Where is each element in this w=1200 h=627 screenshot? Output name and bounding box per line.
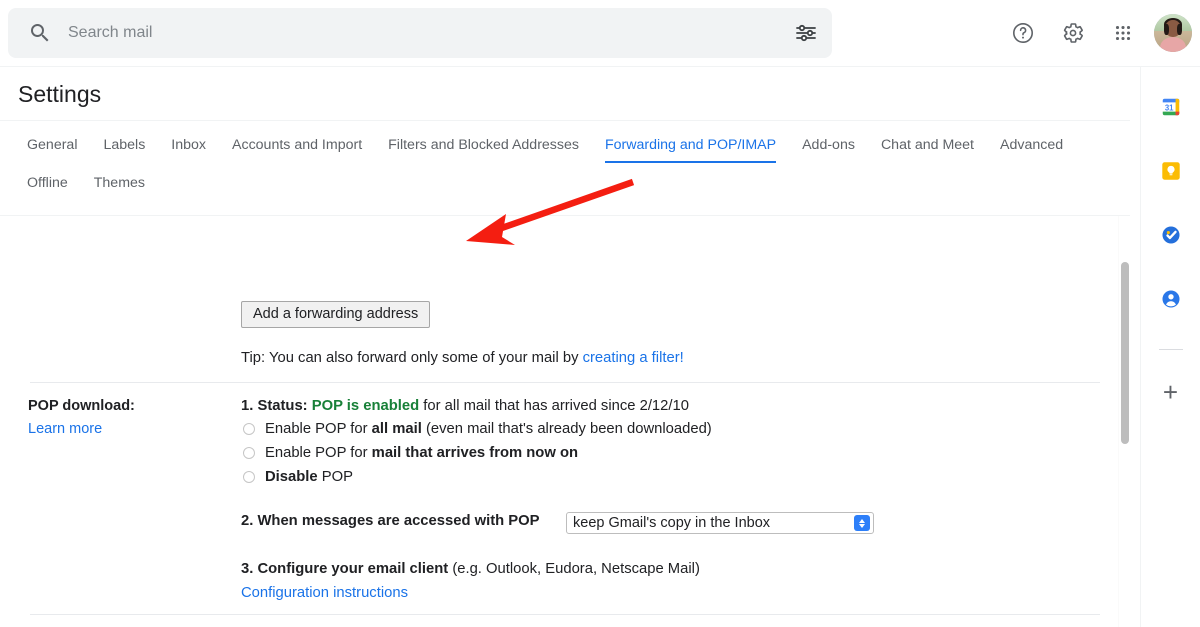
chevron-updown-icon[interactable] xyxy=(854,515,870,531)
pop-access-select-value: keep Gmail's copy in the Inbox xyxy=(573,515,771,531)
google-keep-icon[interactable] xyxy=(1151,151,1191,191)
forwarding-tip: Tip: You can also forward only some of y… xyxy=(241,350,684,366)
settings-tabs: General Labels Inbox Accounts and Import… xyxy=(27,129,1117,205)
imap-section-divider xyxy=(30,614,1100,615)
tab-inbox[interactable]: Inbox xyxy=(171,129,206,167)
pop-option-disable-row[interactable]: Disable POP xyxy=(243,469,353,485)
pop-access-select[interactable]: keep Gmail's copy in the Inbox xyxy=(566,512,874,534)
rail-divider xyxy=(1158,349,1183,350)
page-title: Settings xyxy=(18,81,102,107)
account-avatar[interactable] xyxy=(1154,14,1192,52)
apps-grid-icon[interactable] xyxy=(1100,10,1146,56)
pop-option-all-mail-row[interactable]: Enable POP for all mail (even mail that'… xyxy=(243,421,712,437)
tab-general[interactable]: General xyxy=(27,129,77,167)
pop-status-value: POP is enabled xyxy=(311,398,420,414)
search-icon xyxy=(28,21,52,45)
search-input[interactable] xyxy=(66,8,766,58)
pop-section-divider xyxy=(30,382,1100,383)
avatar-hair-right xyxy=(1177,23,1182,36)
calendar-day-number: 31 xyxy=(1164,104,1173,113)
content-scroll-thumb[interactable] xyxy=(1121,262,1129,444)
pop-download-label: POP download: xyxy=(28,398,135,414)
tab-filters-and-blocked-addresses[interactable]: Filters and Blocked Addresses xyxy=(388,129,579,167)
add-forwarding-address-button[interactable]: Add a forwarding address xyxy=(241,301,431,328)
title-divider xyxy=(0,120,1130,121)
pop-step3-rest: (e.g. Outlook, Eudora, Netscape Mail) xyxy=(448,561,700,577)
pop-option-all-mail-label: Enable POP for all mail (even mail that'… xyxy=(265,421,712,437)
configuration-instructions-link[interactable]: Configuration instructions xyxy=(241,585,408,601)
pop-learn-more-link[interactable]: Learn more xyxy=(28,421,233,437)
pop-step3-bold: 3. Configure your email client xyxy=(241,561,449,577)
pop-status-suffix: for all mail that has arrived since 2/12… xyxy=(419,398,689,414)
pop-option-all-mail-radio[interactable] xyxy=(243,423,255,435)
pop-opt-disable-bold: Disable xyxy=(265,469,318,485)
avatar-hair-left xyxy=(1164,23,1169,36)
pop-status-line: 1. Status: POP is enabled for all mail t… xyxy=(241,398,689,414)
creating-a-filter-link[interactable]: creating a filter! xyxy=(583,350,684,366)
pop-opt-now-pre: Enable POP for xyxy=(265,445,372,461)
side-rail: 31 + xyxy=(1140,67,1200,627)
google-contacts-icon[interactable] xyxy=(1151,279,1191,319)
pop-status-number: 1. Status: xyxy=(241,398,312,414)
pop-option-from-now-radio[interactable] xyxy=(243,447,255,459)
settings-content: Add a forwarding address Tip: You can al… xyxy=(0,216,1130,627)
google-tasks-icon[interactable] xyxy=(1151,215,1191,255)
tab-labels[interactable]: Labels xyxy=(103,129,145,167)
tab-accounts-and-import[interactable]: Accounts and Import xyxy=(232,129,362,167)
pop-opt-all-bold: all mail xyxy=(371,421,422,437)
pop-opt-all-pre: Enable POP for xyxy=(265,421,372,437)
search-options-icon[interactable] xyxy=(794,21,818,45)
tab-themes[interactable]: Themes xyxy=(94,167,145,205)
pop-option-from-now-label: Enable POP for mail that arrives from no… xyxy=(265,445,578,461)
pop-opt-all-post: (even mail that's already been downloade… xyxy=(421,421,712,437)
pop-step3-line: 3. Configure your email client (e.g. Out… xyxy=(241,561,700,577)
pop-option-disable-label: Disable POP xyxy=(265,469,353,485)
pop-option-from-now-row[interactable]: Enable POP for mail that arrives from no… xyxy=(243,445,578,461)
settings-panel: Settings General Labels Inbox Accounts a… xyxy=(0,67,1140,627)
gear-icon[interactable] xyxy=(1050,10,1096,56)
pop-option-disable-radio[interactable] xyxy=(243,471,255,483)
top-bar-actions xyxy=(1000,10,1192,56)
tab-advanced[interactable]: Advanced xyxy=(1000,129,1063,167)
tab-add-ons[interactable]: Add-ons xyxy=(802,129,855,167)
search-box[interactable] xyxy=(8,8,832,58)
top-bar xyxy=(0,0,1200,67)
google-calendar-icon[interactable]: 31 xyxy=(1151,87,1191,127)
help-icon[interactable] xyxy=(1000,10,1046,56)
pop-step2-label: 2. When messages are accessed with POP xyxy=(241,513,540,529)
pop-opt-now-bold: mail that arrives from now on xyxy=(371,445,579,461)
pop-opt-disable-post: POP xyxy=(317,469,353,485)
tab-chat-and-meet[interactable]: Chat and Meet xyxy=(881,129,974,167)
forwarding-tip-text: Tip: You can also forward only some of y… xyxy=(241,350,583,366)
tab-offline[interactable]: Offline xyxy=(27,167,68,205)
tab-forwarding-and-pop-imap[interactable]: Forwarding and POP/IMAP xyxy=(604,129,777,167)
add-app-plus-icon[interactable]: + xyxy=(1151,372,1191,412)
avatar-body xyxy=(1160,36,1186,52)
